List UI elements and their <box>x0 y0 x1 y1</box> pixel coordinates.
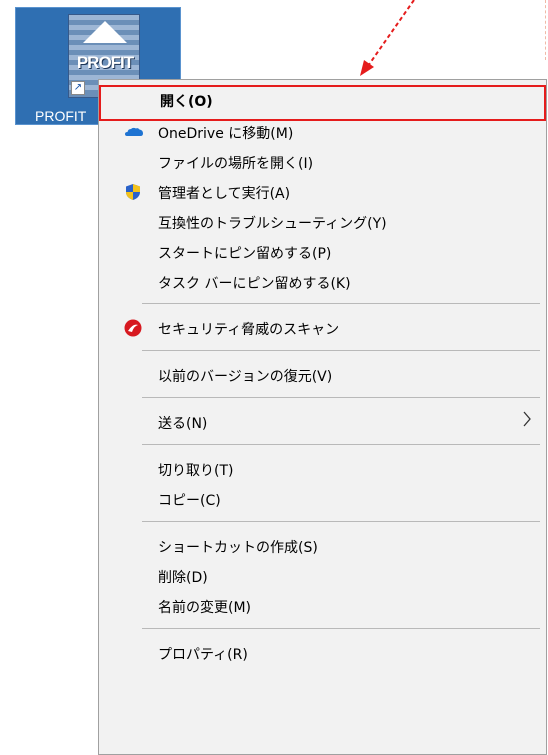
menu-item-create-shortcut[interactable]: ショートカットの作成(S) <box>101 531 544 561</box>
annotation-arrow <box>360 0 415 76</box>
chevron-right-icon <box>522 411 532 431</box>
desktop-icon-label: PROFIT <box>35 108 87 124</box>
menu-item-move-to-onedrive[interactable]: OneDrive に移動(M) <box>101 117 544 147</box>
menu-item-label: 以前のバージョンの復元(V) <box>158 369 333 385</box>
menu-item-label: 送る(N) <box>158 416 208 432</box>
menu-item-delete[interactable]: 削除(D) <box>101 561 544 591</box>
menu-item-pin-to-start[interactable]: スタートにピン留めする(P) <box>101 237 544 267</box>
menu-separator <box>142 350 540 351</box>
menu-item-restore-previous-versions[interactable]: 以前のバージョンの復元(V) <box>101 360 544 390</box>
menu-item-label: 管理者として実行(A) <box>158 186 291 202</box>
menu-item-run-as-admin[interactable]: 管理者として実行(A) <box>101 177 544 207</box>
menu-item-label: ファイルの場所を開く(I) <box>158 156 314 172</box>
menu-item-copy[interactable]: コピー(C) <box>101 484 544 514</box>
menu-separator <box>142 303 540 304</box>
menu-item-label: タスク バーにピン留めする(K) <box>158 276 351 292</box>
menu-item-pin-to-taskbar[interactable]: タスク バーにピン留めする(K) <box>101 267 544 297</box>
menu-item-label: OneDrive に移動(M) <box>158 126 294 142</box>
menu-item-label: 削除(D) <box>158 570 208 586</box>
uac-shield-icon <box>124 183 142 201</box>
menu-item-label: 切り取り(T) <box>158 463 234 479</box>
menu-item-properties[interactable]: プロパティ(R) <box>101 638 544 668</box>
menu-separator <box>142 628 540 629</box>
menu-item-cut[interactable]: 切り取り(T) <box>101 454 544 484</box>
onedrive-cloud-icon <box>124 123 143 141</box>
menu-item-security-scan[interactable]: セキュリティ脅威のスキャン <box>101 313 544 343</box>
menu-item-label: ショートカットの作成(S) <box>158 540 318 556</box>
menu-item-compatibility-troubleshoot[interactable]: 互換性のトラブルシューティング(Y) <box>101 207 544 237</box>
menu-item-label: セキュリティ脅威のスキャン <box>158 322 340 338</box>
menu-item-label: 名前の変更(M) <box>158 600 252 616</box>
trend-micro-icon <box>124 319 142 337</box>
menu-separator <box>142 444 540 445</box>
menu-item-open-file-location[interactable]: ファイルの場所を開く(I) <box>101 147 544 177</box>
menu-separator <box>142 397 540 398</box>
menu-item-label: プロパティ(R) <box>158 647 248 663</box>
menu-separator <box>142 521 540 522</box>
context-menu: 開く(O) OneDrive に移動(M) ファイルの場所を開く(I) 管理者と… <box>98 79 547 755</box>
menu-item-label: コピー(C) <box>158 493 221 509</box>
annotation-edge-line <box>545 0 546 60</box>
menu-item-label: 互換性のトラブルシューティング(Y) <box>158 216 387 232</box>
menu-item-label: スタートにピン留めする(P) <box>158 246 332 262</box>
menu-item-send-to[interactable]: 送る(N) <box>101 407 544 437</box>
menu-item-rename[interactable]: 名前の変更(M) <box>101 591 544 621</box>
